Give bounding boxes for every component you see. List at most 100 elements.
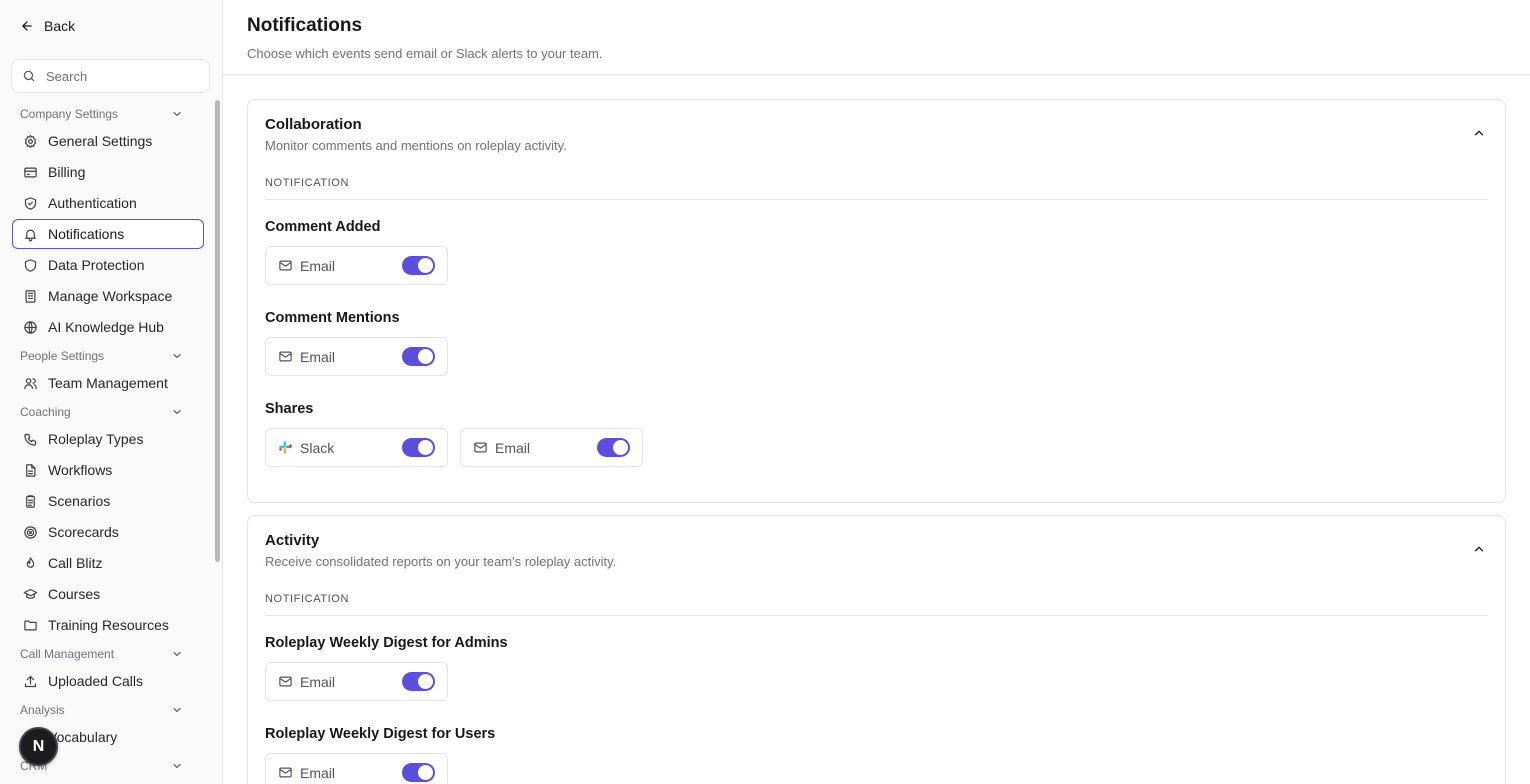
mail-icon xyxy=(278,674,293,689)
channel-email: Email xyxy=(265,246,448,285)
notification-label: Roleplay Weekly Digest for Users xyxy=(265,726,496,742)
sidebar-group-coaching[interactable]: Coaching xyxy=(0,399,212,424)
page-title: Notifications xyxy=(247,15,363,36)
notification-row: Comment Mentions Email xyxy=(265,310,1488,376)
sidebar-item-label: Team Management xyxy=(48,375,168,391)
file-icon xyxy=(23,463,38,478)
channel-list: Email xyxy=(265,662,1488,701)
credit-card-icon xyxy=(23,165,38,180)
sidebar-item-roleplay-types[interactable]: Roleplay Types xyxy=(12,424,204,454)
email-toggle[interactable] xyxy=(402,672,435,691)
sidebar-item-billing[interactable]: Billing xyxy=(12,157,204,187)
avatar[interactable]: N xyxy=(19,727,58,766)
sidebar-item-label: Scorecards xyxy=(48,524,119,540)
notification-row: Comment Added Email xyxy=(265,219,1488,285)
sidebar-group-label: People Settings xyxy=(20,348,105,363)
sidebar-item-label: Billing xyxy=(48,164,86,180)
channel-slack: Slack xyxy=(265,428,448,467)
sidebar-item-manage-workspace[interactable]: Manage Workspace xyxy=(12,281,204,311)
toggle-knob xyxy=(418,440,433,455)
card-description: Monitor comments and mentions on rolepla… xyxy=(265,138,567,153)
sidebar-item-scorecards[interactable]: Scorecards xyxy=(12,517,204,547)
sidebar-group-analysis[interactable]: Analysis xyxy=(0,697,212,722)
channel-label: Email xyxy=(300,764,336,781)
globe-icon xyxy=(23,320,38,335)
email-toggle[interactable] xyxy=(402,256,435,275)
page-subtitle: Choose which events send email or Slack … xyxy=(247,46,603,61)
sidebar-item-team-management[interactable]: Team Management xyxy=(12,368,204,398)
channel-label: Email xyxy=(495,439,531,456)
back-button[interactable]: Back xyxy=(20,16,75,36)
notification-column-header: NOTIFICATION xyxy=(265,177,1488,200)
email-toggle[interactable] xyxy=(402,347,435,366)
main-content: Notifications Choose which events send e… xyxy=(223,0,1530,784)
channel-list: Email xyxy=(265,246,1488,285)
target-icon xyxy=(23,525,38,540)
channel-list: Email xyxy=(265,337,1488,376)
chevron-up-icon xyxy=(1474,130,1484,136)
sidebar-item-scenarios[interactable]: Scenarios xyxy=(12,486,204,516)
notification-label: Comment Mentions xyxy=(265,310,400,326)
sidebar-item-data-protection[interactable]: Data Protection xyxy=(12,250,204,280)
upload-icon xyxy=(23,674,38,689)
sidebar-nav: Company Settings General Settings Billing A… xyxy=(0,100,212,778)
notification-label: Shares xyxy=(265,401,314,417)
arrow-left-icon xyxy=(22,21,32,31)
slack-toggle[interactable] xyxy=(402,438,435,457)
sidebar-item-ai-knowledge-hub[interactable]: AI Knowledge Hub xyxy=(12,312,204,342)
toggle-knob xyxy=(418,674,433,689)
notification-row: Roleplay Weekly Digest for Users Email xyxy=(265,726,1488,784)
notification-card-collaboration: Collaboration Monitor comments and mentio… xyxy=(247,99,1506,503)
sidebar-item-label: Roleplay Types xyxy=(48,431,144,447)
sidebar-item-general-settings[interactable]: General Settings xyxy=(12,126,204,156)
email-toggle[interactable] xyxy=(402,763,435,782)
search-input[interactable] xyxy=(46,68,196,84)
sidebar-item-label: Workflows xyxy=(48,462,113,478)
mail-icon xyxy=(278,258,293,273)
sidebar-group-company-settings[interactable]: Company Settings xyxy=(0,101,212,126)
mail-icon xyxy=(278,765,293,780)
notification-row: Roleplay Weekly Digest for Admins Email xyxy=(265,635,1488,701)
chevron-down-icon xyxy=(173,651,181,656)
sidebar-group-people-settings[interactable]: People Settings xyxy=(0,343,212,368)
sidebar-item-label: Call Blitz xyxy=(48,555,103,571)
sidebar-group-label: Analysis xyxy=(20,702,65,717)
sidebar-item-call-blitz[interactable]: Call Blitz xyxy=(12,548,204,578)
toggle-knob xyxy=(418,258,433,273)
sidebar-item-label: Uploaded Calls xyxy=(48,673,143,689)
collapse-card-button[interactable] xyxy=(1472,126,1486,145)
sidebar-item-notifications[interactable]: Notifications xyxy=(12,219,204,249)
sidebar-item-label: Authentication xyxy=(48,195,137,211)
notification-column-header: NOTIFICATION xyxy=(265,593,1488,616)
toggle-knob xyxy=(613,440,628,455)
sidebar-item-courses[interactable]: Courses xyxy=(12,579,204,609)
sidebar-item-label: Courses xyxy=(48,586,101,602)
chevron-down-icon xyxy=(173,111,181,116)
card-title: Collaboration xyxy=(265,116,362,133)
sidebar-scrollbar[interactable] xyxy=(215,100,220,562)
collapse-card-button[interactable] xyxy=(1472,542,1486,561)
channel-email: Email xyxy=(265,662,448,701)
mail-icon xyxy=(473,440,488,455)
search-box xyxy=(11,59,210,93)
chevron-down-icon xyxy=(173,409,181,414)
card-description: Receive consolidated reports on your tea… xyxy=(265,554,617,569)
sidebar-item-label: Training Resources xyxy=(48,617,169,633)
sidebar-group-call-management[interactable]: Call Management xyxy=(0,641,212,666)
chevron-up-icon xyxy=(1474,546,1484,552)
database-shield-icon xyxy=(23,258,38,273)
sidebar-item-authentication[interactable]: Authentication xyxy=(12,188,204,218)
card-header: Activity Receive consolidated reports on … xyxy=(265,516,1488,569)
sidebar-item-workflows[interactable]: Workflows xyxy=(12,455,204,485)
bell-icon xyxy=(23,227,38,242)
sidebar-item-training-resources[interactable]: Training Resources xyxy=(12,610,204,640)
sidebar-item-label: Manage Workspace xyxy=(48,288,173,304)
toggle-knob xyxy=(418,349,433,364)
channel-label: Email xyxy=(300,257,336,274)
sidebar-item-uploaded-calls[interactable]: Uploaded Calls xyxy=(12,666,204,696)
sidebar-group-label: Company Settings xyxy=(20,106,119,121)
email-toggle[interactable] xyxy=(597,438,630,457)
channel-list: Email xyxy=(265,753,1488,784)
clipboard-icon xyxy=(23,494,38,509)
notification-label: Comment Added xyxy=(265,219,381,235)
